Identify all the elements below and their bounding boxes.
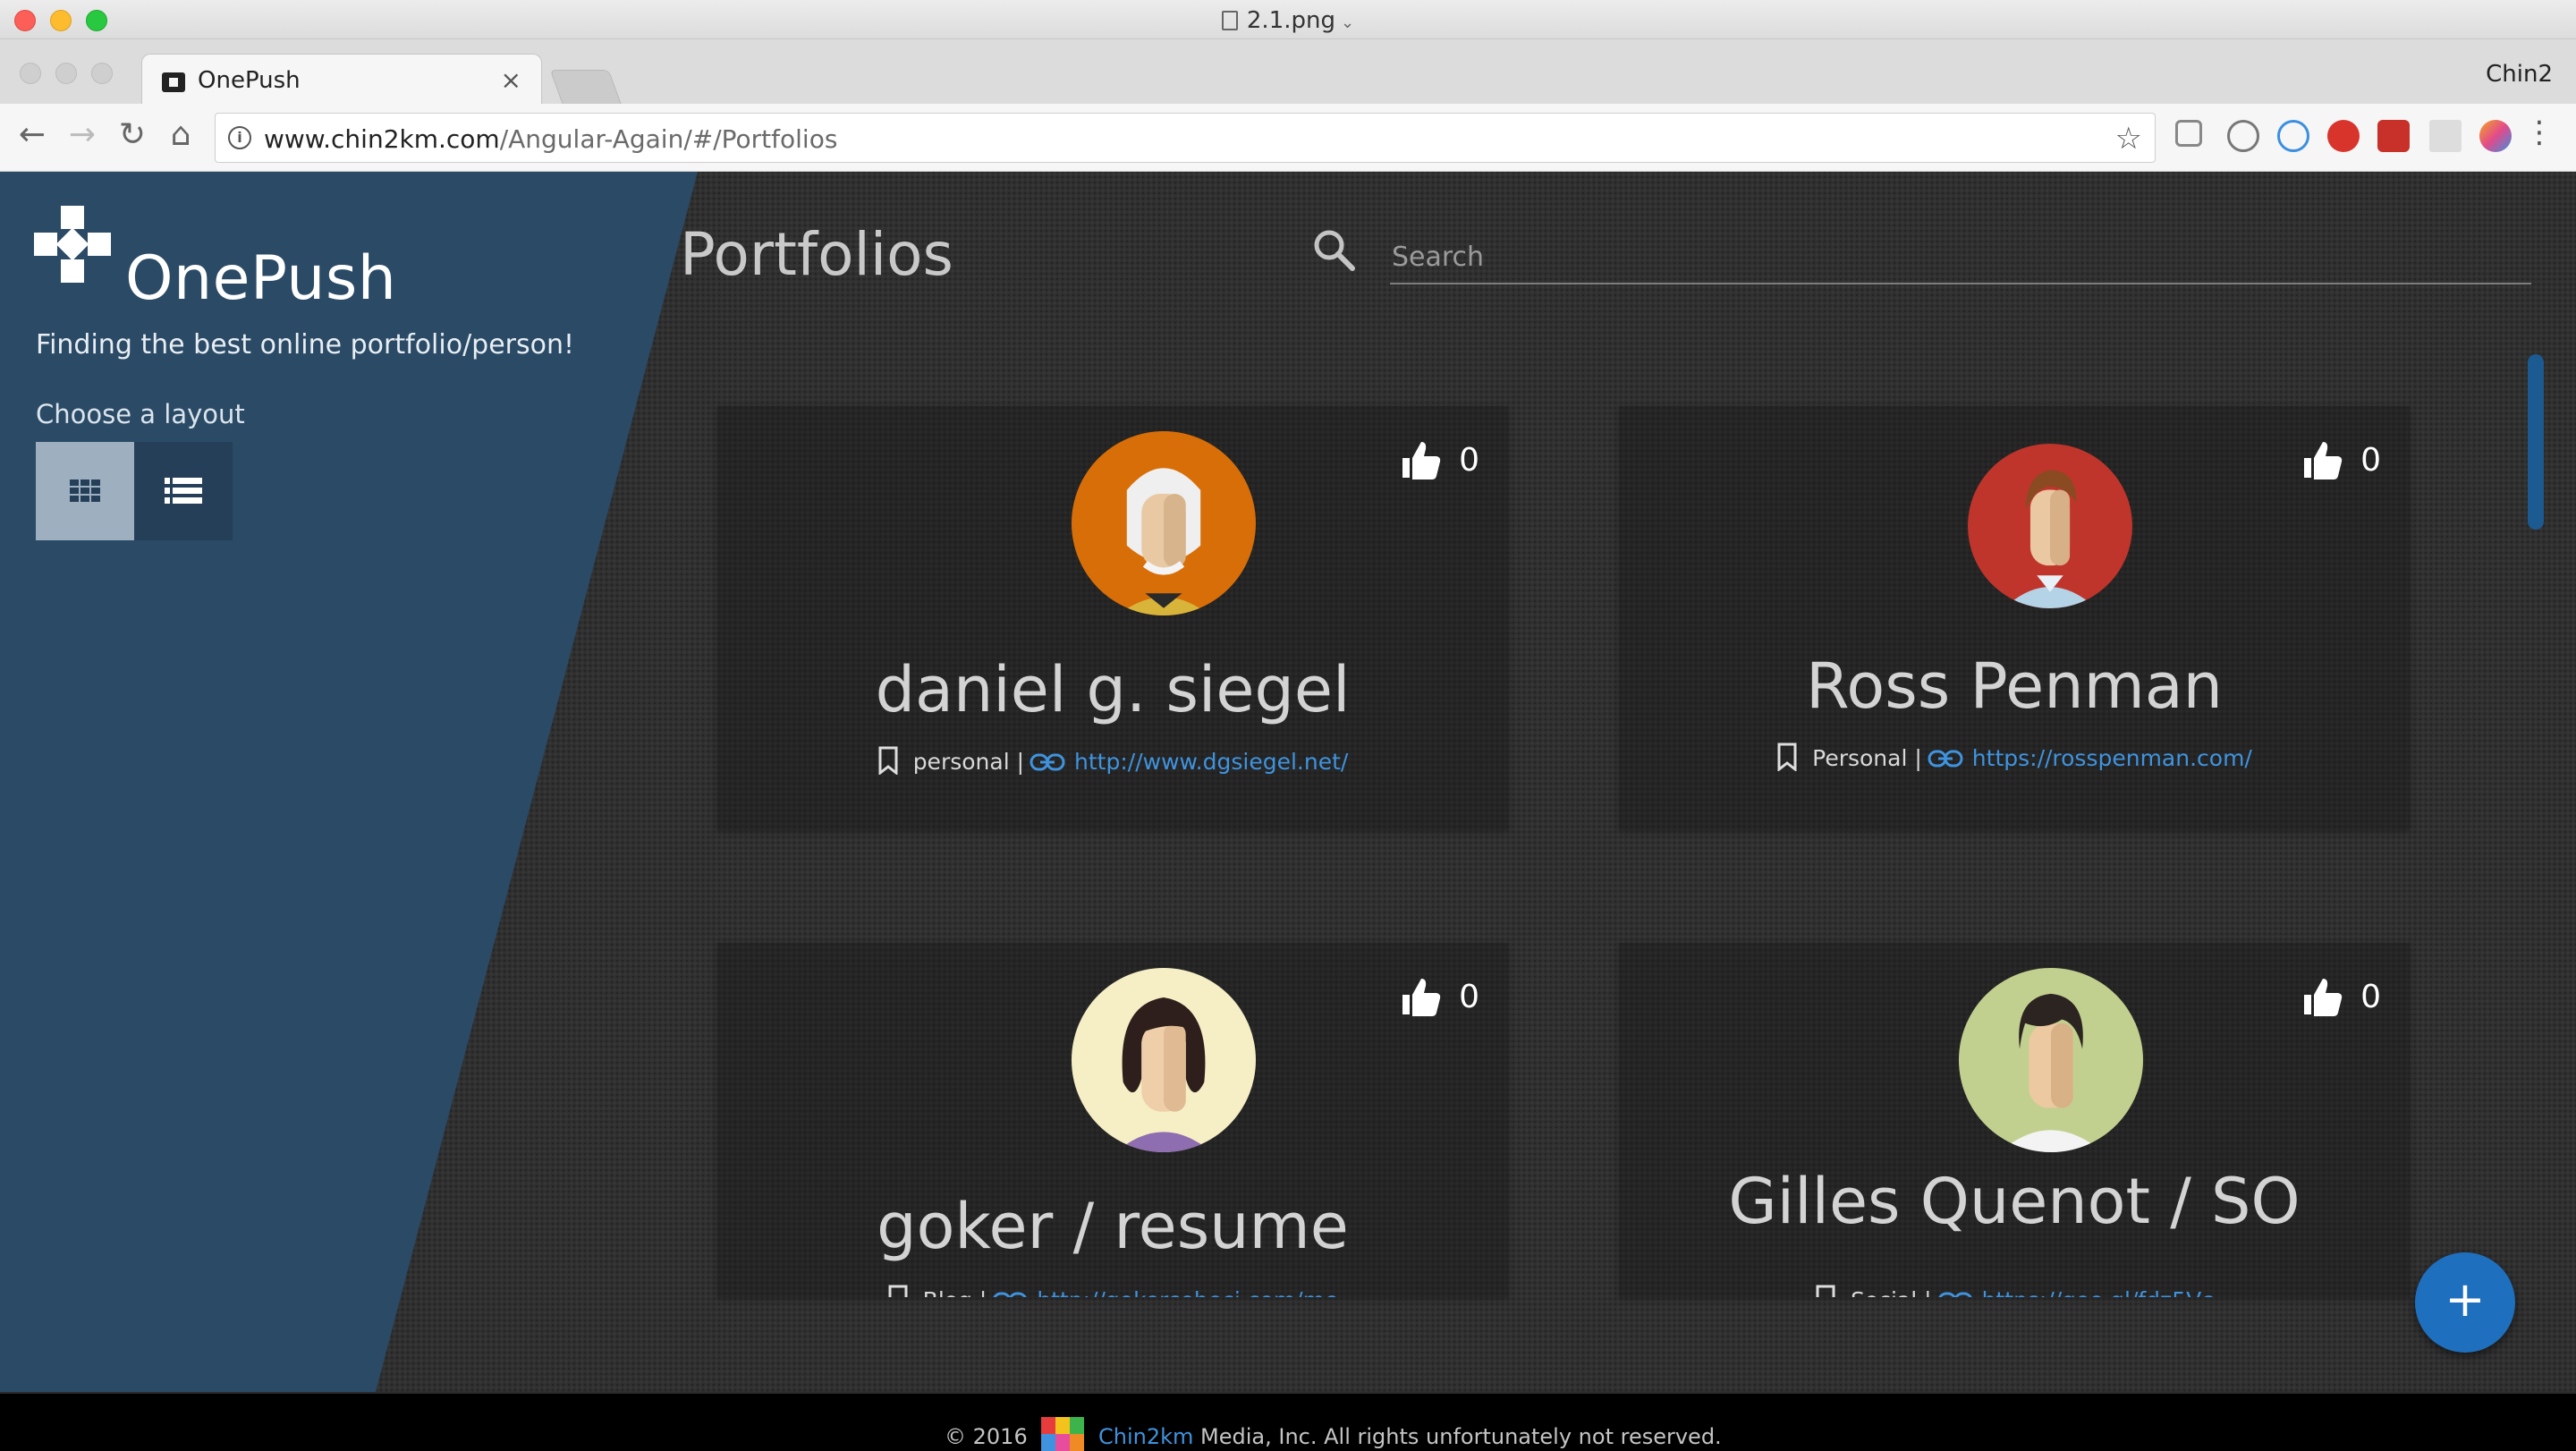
tab-strip: OnePush × Chin2 [0,39,2576,106]
more-menu-icon[interactable]: ⋮ [2524,115,2555,150]
forward-arrow-icon[interactable]: → [63,116,102,153]
add-portfolio-button[interactable]: + [2415,1252,2515,1353]
search-input[interactable] [1390,231,2531,284]
portfolio-name: Gilles Quenot / SO [1728,1165,2301,1238]
info-icon[interactable]: i [228,126,251,149]
man-avatar [1968,444,2132,608]
chin2km-logo-icon [1041,1417,1085,1451]
window-title: 2.1.png ⌄ [0,7,2576,34]
link-icon [1937,1292,1972,1297]
profile-button[interactable]: Chin2 [2486,61,2553,88]
close-icon[interactable]: × [501,65,521,95]
footer-text: Media, Inc. All rights unfortunately not… [1200,1424,1722,1449]
bookmark-icon [878,746,898,775]
woman-avatar [1072,968,1256,1152]
bookmark-icon [1777,742,1797,771]
ticket-icon [162,72,185,92]
bookmark-icon [888,1285,908,1297]
layout-label: Choose a layout [36,399,245,429]
back-arrow-icon[interactable]: ← [13,116,52,153]
portfolio-meta: personal | http://www.dgsiegel.net/ [717,746,1508,775]
adblock-icon[interactable] [2327,120,2360,152]
thumbs-up-icon[interactable] [1401,977,1444,1016]
inactive-dot [20,63,41,84]
tagline: Finding the best online portfolio/person… [36,329,575,361]
portfolio-meta: Personal | https://rosspenman.com/ [1619,742,2410,771]
file-icon [1221,11,1238,30]
list-layout-button[interactable] [134,442,233,540]
onepush-logo-icon [34,206,111,283]
thumbs-up-icon[interactable] [2302,440,2345,479]
young-man-avatar [1959,968,2143,1152]
portfolio-meta: Blog |http://gokercebeci.com/me [717,1285,1508,1297]
portfolio-card[interactable]: 0 daniel g. siegel personal | http://www.… [717,406,1508,830]
shield-extension-icon[interactable] [2377,120,2410,152]
sync-extension-icon[interactable] [2227,120,2259,152]
portfolio-name: Ross Penman [1805,649,2224,723]
window-titlebar: 2.1.png ⌄ [0,0,2576,39]
url-host: www.chin2km.com [264,124,500,154]
portfolio-card[interactable]: 0 Gilles Quenot / SO Social |https://goo… [1619,943,2410,1297]
url-text[interactable]: www.chin2km.com/Angular-Again/#/Portfoli… [264,124,837,154]
blue-extension-icon[interactable] [2277,120,2309,152]
grid-icon [70,479,100,502]
portfolio-link[interactable]: http://www.dgsiegel.net/ [1074,749,1348,775]
footer-copyright: © 2016 Chin2km Media, Inc. All rights un… [945,1417,1722,1451]
likes-count: 0 [1459,979,1479,1015]
footer-company-link[interactable]: Chin2km [1098,1424,1193,1449]
bookmark-icon [1816,1285,1835,1297]
chevron-down-icon[interactable]: ⌄ [1341,13,1354,32]
copyright-icon: © [945,1424,966,1449]
address-bar[interactable]: i www.chin2km.com/Angular-Again/#/Portfo… [215,113,2156,163]
window-title-text: 2.1.png [1246,7,1335,34]
link-icon [1928,750,1963,768]
grid-extension-icon[interactable] [2429,120,2462,152]
old-man-avatar [1072,431,1256,615]
portfolio-card[interactable]: 0 Ross Penman Personal | https://rosspenm… [1619,406,2410,830]
recycle-extension-icon[interactable] [2175,120,2202,147]
thumbs-up-icon[interactable] [1401,440,1444,479]
tab-title: OnePush [198,67,301,94]
portfolio-name: goker / resume [877,1190,1349,1263]
thumbs-up-icon[interactable] [2302,977,2345,1016]
inactive-dot [91,63,113,84]
portfolio-category: Social [1851,1287,1917,1297]
portfolio-meta: Social |https://goo.gl/fdz5Vc [1619,1285,2410,1297]
footer-year: 2016 [972,1424,1028,1449]
portfolio-link[interactable]: https://goo.gl/fdz5Vc [1982,1287,2214,1297]
brand-name: OnePush [125,243,397,314]
bookmark-star-icon[interactable]: ☆ [2115,121,2142,157]
likes-count: 0 [1459,442,1479,479]
footer: © 2016 Chin2km Media, Inc. All rights un… [0,1394,2576,1451]
home-icon[interactable]: ⌂ [161,116,200,153]
link-icon [993,1292,1027,1297]
likes-count: 0 [2360,442,2381,479]
grid-layout-button[interactable] [36,442,134,540]
portfolio-category: Blog [923,1287,972,1297]
likes-count: 0 [2360,979,2381,1015]
portfolio-link[interactable]: https://rosspenman.com/ [1972,745,2252,771]
list-icon [165,478,202,504]
portfolio-link[interactable]: http://gokercebeci.com/me [1037,1287,1338,1297]
browser-toolbar: ← → ↻ ⌂ i www.chin2km.com/Angular-Again/… [0,104,2576,172]
scrollbar-thumb[interactable] [2528,354,2544,530]
url-path: /Angular-Again/#/Portfolios [499,124,838,154]
portfolio-name: daniel g. siegel [875,653,1351,726]
portfolio-card[interactable]: 0 goker / resume Blog |http://gokercebec… [717,943,1508,1297]
search-icon[interactable] [1311,227,1358,274]
page-content: OnePush Finding the best online portfoli… [0,172,2576,1392]
tab-onepush[interactable]: OnePush × [141,54,542,106]
page-title: Portfolios [680,220,953,289]
new-tab-button[interactable] [549,70,623,106]
portfolio-category: Personal [1812,745,1908,771]
portfolio-category: personal [912,749,1010,775]
inactive-dot [55,63,77,84]
reload-icon[interactable]: ↻ [113,116,152,153]
link-icon [1030,753,1065,771]
color-extension-icon[interactable] [2479,120,2512,152]
